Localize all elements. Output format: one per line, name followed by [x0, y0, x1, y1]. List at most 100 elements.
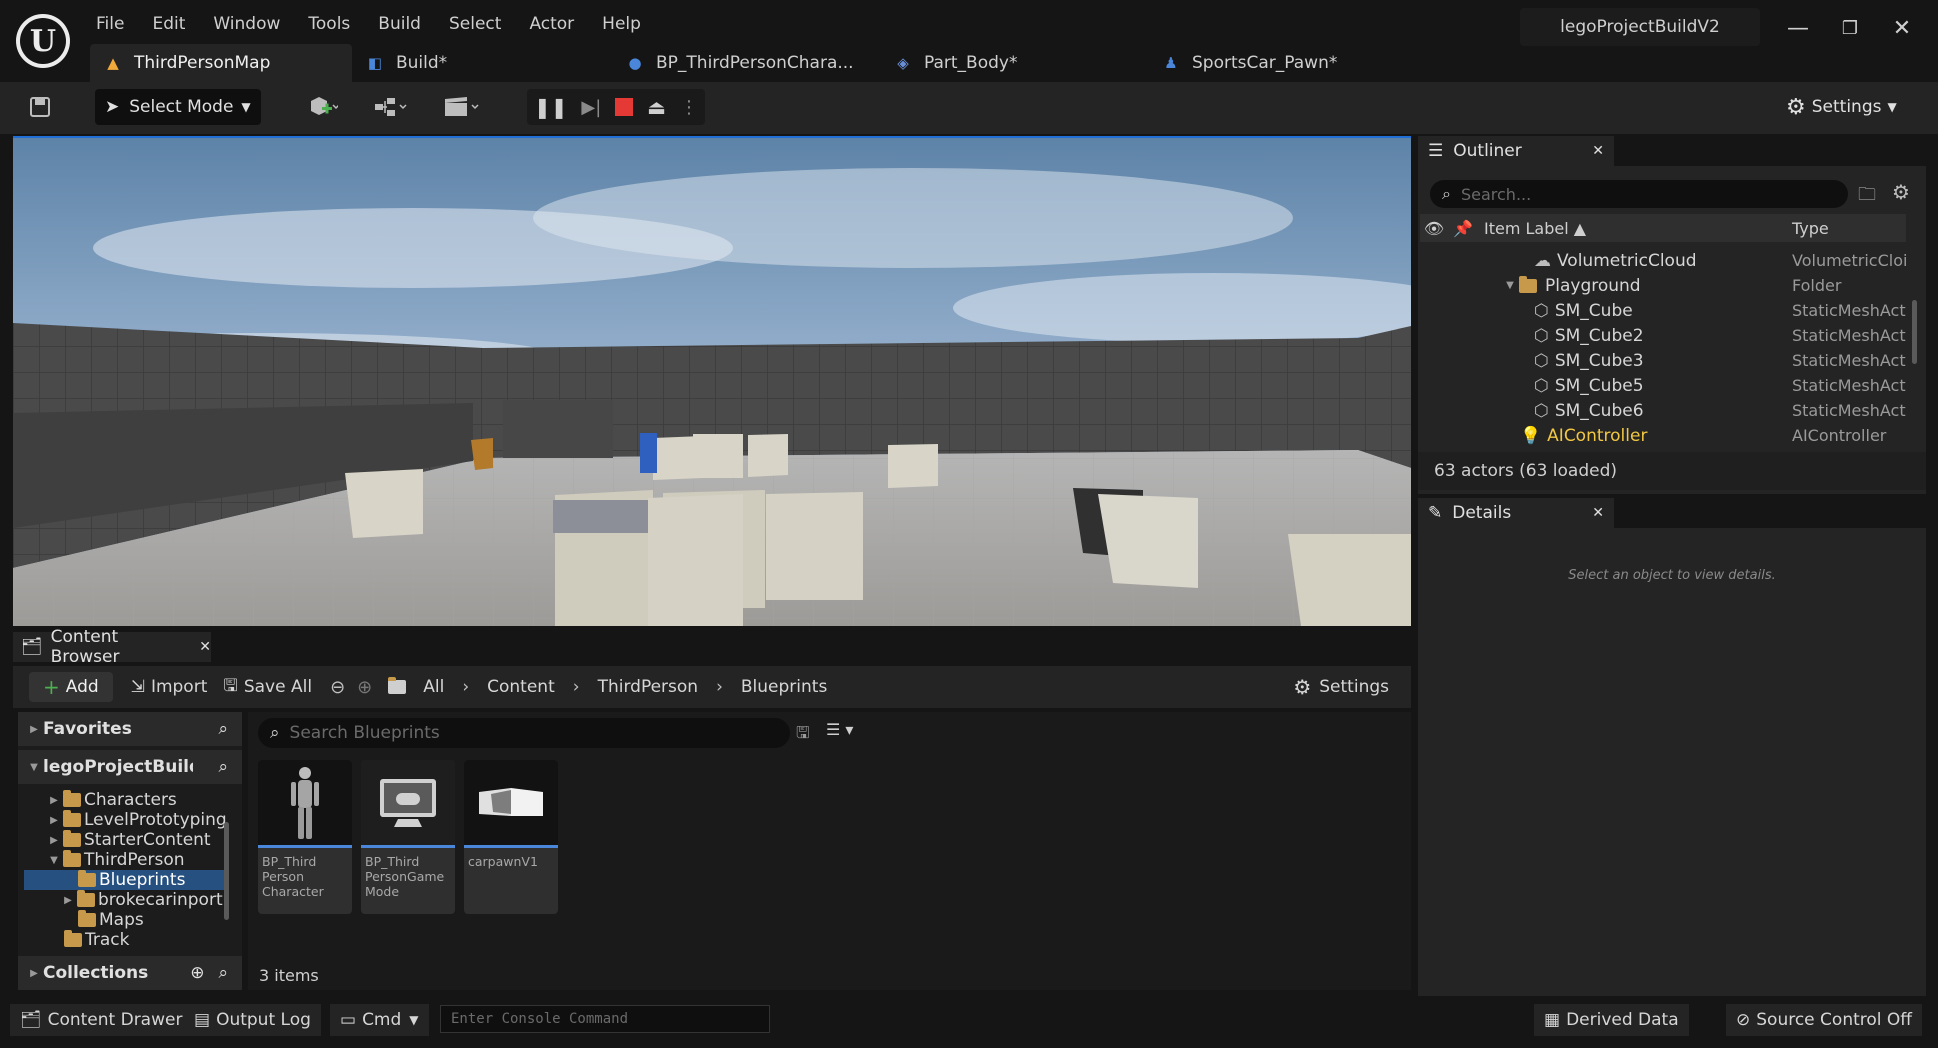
pin-icon[interactable]: 📌: [1448, 219, 1478, 238]
add-button[interactable]: + Add: [29, 672, 113, 702]
tab-thirdpersonmap[interactable]: ▲ ThirdPersonMap: [90, 44, 352, 82]
outliner-row[interactable]: 💡 AIController AIController: [1420, 423, 1906, 448]
breadcrumb-all[interactable]: All: [415, 672, 452, 702]
menu-edit[interactable]: Edit: [138, 8, 199, 40]
project-root-section[interactable]: ▼ legoProjectBuildV2 ⌕: [18, 750, 242, 784]
search-icon[interactable]: ⌕: [218, 963, 228, 983]
type-column[interactable]: Type: [1792, 219, 1829, 238]
output-log-button[interactable]: ▤ Output Log: [184, 1004, 321, 1036]
add-collection-icon[interactable]: ⊕: [190, 963, 204, 983]
stop-icon[interactable]: [615, 98, 634, 116]
more-options-icon[interactable]: ⋮: [680, 97, 698, 118]
tree-folder-brokecarinport[interactable]: ▶ brokecarinport: [62, 890, 223, 910]
content-drawer-button[interactable]: 🗂 Content Drawer: [10, 1004, 193, 1036]
tree-folder-startercontent[interactable]: ▶ StarterContent: [48, 830, 211, 850]
content-browser-icon: 🗂: [21, 637, 43, 657]
gear-icon[interactable]: ⚙: [1892, 180, 1910, 204]
tab-outliner[interactable]: ☰ Outliner ✕: [1418, 136, 1614, 166]
outliner-row[interactable]: ⬡ SM_Cube2 StaticMeshAct: [1420, 323, 1906, 348]
add-actor-button[interactable]: [298, 89, 348, 125]
visibility-eye-icon[interactable]: 👁: [1420, 219, 1448, 238]
outliner-row[interactable]: ⬡ SM_Cube6 StaticMeshAct: [1420, 398, 1906, 423]
menu-select[interactable]: Select: [435, 8, 515, 40]
menu-tools[interactable]: Tools: [294, 8, 364, 40]
folder-icon: [63, 790, 81, 807]
content-browser-settings-button[interactable]: ⚙ Settings: [1285, 672, 1397, 702]
collections-section[interactable]: ▶ Collections ⊕ ⌕: [18, 956, 242, 990]
expand-arrow-icon: ▶: [30, 723, 38, 735]
document-tabs: ▲ ThirdPersonMap ◧ Build* ● BP_ThirdPers…: [90, 44, 1388, 82]
close-icon[interactable]: ✕: [1592, 143, 1604, 159]
asset-bp-thirdpersoncharacter[interactable]: BP_Third Person Character: [258, 760, 352, 914]
tab-build[interactable]: ◧ Build*: [352, 44, 612, 82]
favorites-section[interactable]: ▶ Favorites ⌕: [18, 712, 242, 746]
static-mesh-icon: ⬡: [1534, 350, 1549, 371]
forward-icon[interactable]: ⊕: [357, 677, 372, 698]
breadcrumb-content[interactable]: Content: [479, 672, 563, 702]
menu-bar: File Edit Window Tools Build Select Acto…: [82, 8, 655, 40]
tree-folder-track[interactable]: Track: [64, 930, 129, 950]
outliner-row[interactable]: ▼ Playground Folder: [1420, 273, 1906, 298]
select-mode-dropdown[interactable]: ➤ Select Mode ▼: [95, 89, 261, 125]
menu-build[interactable]: Build: [364, 8, 435, 40]
close-icon[interactable]: ✕: [1880, 10, 1924, 46]
close-icon[interactable]: ✕: [199, 639, 211, 655]
cinematics-button[interactable]: [436, 89, 488, 125]
actor-count: 63 actors (63 loaded): [1418, 452, 1926, 490]
level-viewport[interactable]: [13, 136, 1411, 626]
eject-icon[interactable]: ⏏: [647, 95, 666, 119]
tree-folder-thirdperson[interactable]: ▼ ThirdPerson: [48, 850, 185, 870]
search-icon[interactable]: ⌕: [218, 719, 228, 739]
outliner-row[interactable]: ☁ VolumetricCloud VolumetricCloi: [1420, 248, 1907, 273]
expand-arrow-icon[interactable]: ▼: [1504, 280, 1516, 291]
outliner-scrollbar[interactable]: [1912, 300, 1917, 364]
save-all-button[interactable]: 🖫 Save All: [215, 672, 320, 702]
menu-help[interactable]: Help: [588, 8, 655, 40]
asset-bp-thirdpersongamemode[interactable]: BP_Third PersonGame Mode: [361, 760, 455, 914]
breadcrumb-blueprints[interactable]: Blueprints: [733, 672, 835, 702]
gamemode-thumbnail: [361, 760, 455, 848]
import-button[interactable]: ⇲ Import: [123, 672, 216, 702]
expand-arrow-icon: ▶: [30, 967, 38, 979]
step-frame-icon[interactable]: ▶|: [581, 97, 601, 118]
tree-folder-blueprints[interactable]: Blueprints: [24, 870, 224, 890]
filter-icon[interactable]: ☰ ▾: [826, 720, 853, 739]
cmd-dropdown[interactable]: ▭ Cmd ▼: [330, 1004, 429, 1036]
minimize-icon[interactable]: —: [1776, 10, 1820, 46]
tree-folder-characters[interactable]: ▶ Characters: [48, 790, 177, 810]
derived-data-button[interactable]: ▦ Derived Data: [1534, 1004, 1689, 1036]
close-icon[interactable]: ✕: [1592, 505, 1604, 521]
console-input[interactable]: Enter Console Command: [440, 1005, 770, 1033]
menu-file[interactable]: File: [82, 8, 138, 40]
save-icon[interactable]: [22, 89, 58, 125]
back-icon[interactable]: ⊖: [330, 677, 345, 698]
save-search-icon[interactable]: 🖫: [796, 722, 810, 749]
item-label-column[interactable]: Item Label ▲: [1484, 219, 1784, 238]
breadcrumb-thirdperson[interactable]: ThirdPerson: [590, 672, 707, 702]
pause-icon[interactable]: ❚❚: [534, 95, 568, 119]
tree-folder-maps[interactable]: Maps: [78, 910, 144, 930]
asset-carpawnv1[interactable]: carpawnV1: [464, 760, 558, 914]
outliner-row[interactable]: ⬡ SM_Cube5 StaticMeshAct: [1420, 373, 1906, 398]
tree-scrollbar[interactable]: [224, 822, 229, 920]
search-icon[interactable]: ⌕: [218, 757, 228, 777]
restore-icon[interactable]: ❐: [1828, 10, 1872, 46]
tab-part-body[interactable]: ◈ Part_Body*: [880, 44, 1148, 82]
outliner-row[interactable]: ⬡ SM_Cube StaticMeshAct: [1420, 298, 1906, 323]
blueprint-menu-button[interactable]: [366, 89, 416, 125]
unreal-logo-icon[interactable]: U: [16, 14, 70, 68]
outliner-row[interactable]: ⬡ SM_Cube3 StaticMeshAct: [1420, 348, 1906, 373]
toolbar-settings-button[interactable]: ⚙ Settings ▼: [1786, 89, 1897, 125]
asset-search-input[interactable]: ⌕ Search Blueprints: [258, 718, 790, 748]
tab-content-browser[interactable]: 🗂 Content Browser ✕: [13, 627, 211, 667]
menu-actor[interactable]: Actor: [515, 8, 588, 40]
menu-window[interactable]: Window: [199, 8, 294, 40]
folder-icon: [78, 910, 96, 927]
add-folder-icon[interactable]: 🗀: [1858, 182, 1876, 212]
tab-sportscar-pawn[interactable]: ♟ SportsCar_Pawn*: [1148, 44, 1388, 82]
tree-folder-levelprototyping[interactable]: ▶ LevelPrototyping: [48, 810, 227, 830]
source-control-button[interactable]: ⊘ Source Control Off: [1726, 1004, 1922, 1036]
outliner-search-input[interactable]: ⌕ Search...: [1430, 180, 1848, 208]
tab-bp-thirdpersoncharacter[interactable]: ● BP_ThirdPersonChara...: [612, 44, 880, 82]
tab-details[interactable]: ✎ Details ✕: [1418, 498, 1614, 528]
